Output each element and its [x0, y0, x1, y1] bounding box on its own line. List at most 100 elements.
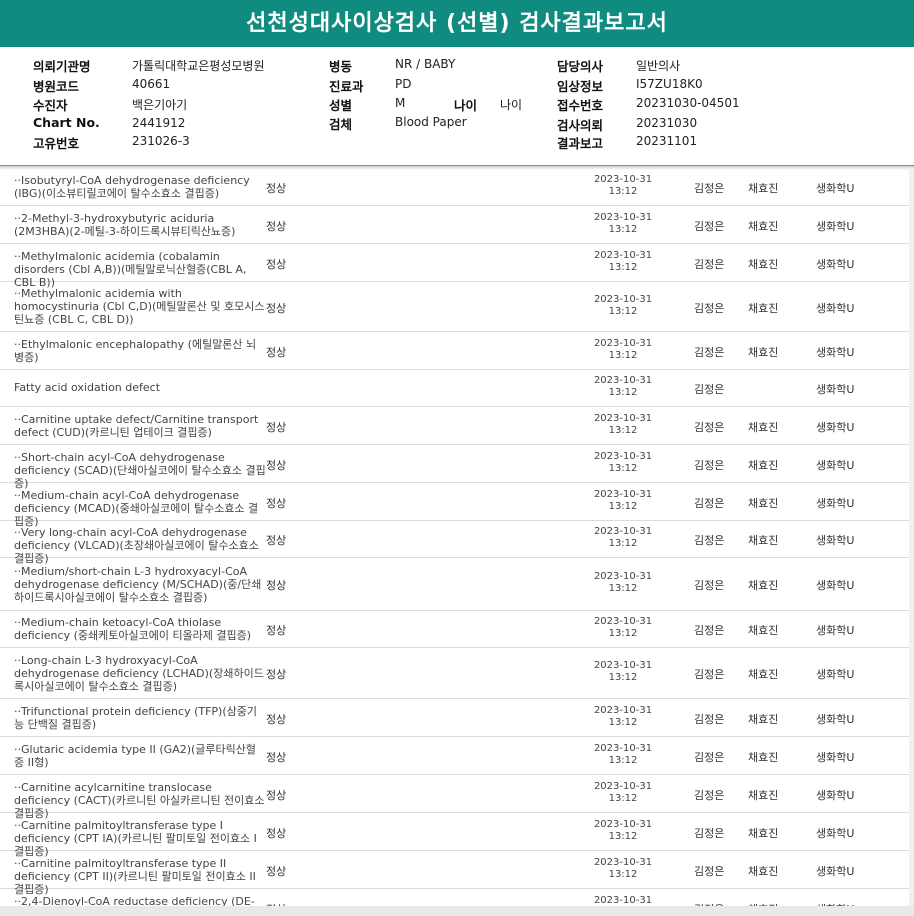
- test-name: ··Carnitine uptake defect/Carnitine tran…: [14, 413, 259, 439]
- report-title: 선천성대사이상검사 (선별) 검사결과보고서: [0, 0, 914, 47]
- result-value: 정상: [266, 534, 287, 547]
- tester-name: 김정은: [694, 789, 725, 802]
- table-row[interactable]: ··Medium-chain acyl-CoA dehydrogenase de…: [0, 483, 909, 528]
- reviewer-name: 채효진: [748, 579, 779, 592]
- tester-name: 김정은: [694, 624, 725, 637]
- reviewer-name: 채효진: [748, 668, 779, 681]
- lab-section: 생화학U: [816, 751, 855, 764]
- table-row[interactable]: ··Medium-chain ketoacyl-CoA thiolase def…: [0, 611, 909, 648]
- reviewer-name: 채효진: [748, 421, 779, 434]
- result-value: 정상: [266, 865, 287, 878]
- table-row[interactable]: ··Methylmalonic acidemia with homocystin…: [0, 282, 909, 332]
- result-value: 정상: [266, 624, 287, 637]
- value-request-date: 20231030: [636, 116, 698, 130]
- tester-name: 김정은: [694, 713, 725, 726]
- result-time: 13:12: [608, 538, 638, 549]
- tester-name: 김정은: [694, 751, 725, 764]
- lab-section: 생화학U: [816, 497, 855, 510]
- result-date: 2023-10-31: [593, 294, 653, 305]
- reviewer-name: 채효진: [748, 258, 779, 271]
- result-time: 13:12: [608, 755, 638, 766]
- table-row[interactable]: ··Ethylmalonic encephalopathy (에틸말론산 뇌병증…: [0, 332, 909, 370]
- result-value: 정상: [266, 182, 287, 195]
- lab-section: 생화학U: [816, 865, 855, 878]
- label-request-date: 검사의뢰: [557, 118, 604, 133]
- result-value: 정상: [266, 459, 287, 472]
- value-sex: M: [395, 96, 406, 110]
- table-row[interactable]: ··Trifunctional protein deficiency (TFP)…: [0, 699, 909, 737]
- result-value: 정상: [266, 497, 287, 510]
- label-specimen: 검체: [329, 117, 353, 132]
- value-report-date: 20231101: [636, 134, 698, 148]
- table-row[interactable]: ··Medium/short-chain L-3 hydroxyacyl-CoA…: [0, 558, 909, 611]
- result-date: 2023-10-31: [593, 616, 653, 627]
- result-value: 정상: [266, 258, 287, 271]
- table-row[interactable]: ··Carnitine palmitoyltransferase type I …: [0, 813, 909, 858]
- result-time: 13:12: [608, 463, 638, 474]
- table-row[interactable]: ··Long-chain L-3 hydroxyacyl-CoA dehydro…: [0, 648, 909, 699]
- patient-info-header: 의뢰기관명 가톨릭대학교은평성모병원 병원코드 40661 수진자 백은기아기 …: [0, 47, 914, 166]
- tester-name: 김정은: [694, 534, 725, 547]
- reviewer-name: 채효진: [748, 497, 779, 510]
- test-name: ··Trifunctional protein deficiency (TFP)…: [14, 705, 257, 731]
- test-name: ··Methylmalonic acidemia with homocystin…: [14, 287, 265, 326]
- tester-name: 김정은: [694, 258, 725, 271]
- lab-section: 생화학U: [816, 713, 855, 726]
- table-row[interactable]: ··Short-chain acyl-CoA dehydrogenase def…: [0, 445, 909, 490]
- lab-section: 생화학U: [816, 668, 855, 681]
- label-patient: 수진자: [33, 98, 68, 113]
- result-time: 13:12: [608, 672, 638, 683]
- value-clinical-info: I57ZU18K0: [636, 77, 703, 91]
- tester-name: 김정은: [694, 346, 725, 359]
- test-name: ··Medium-chain ketoacyl-CoA thiolase def…: [14, 616, 252, 642]
- label-hospital-code: 병원코드: [33, 79, 80, 94]
- table-row[interactable]: ··Very long-chain acyl-CoA dehydrogenase…: [0, 521, 909, 565]
- horizontal-scrollbar[interactable]: [0, 906, 914, 916]
- reviewer-name: 채효진: [748, 789, 779, 802]
- result-date: 2023-10-31: [593, 174, 653, 185]
- lab-section: 생화학U: [816, 346, 855, 359]
- table-row[interactable]: ··Methylmalonic acidemia (cobalamin diso…: [0, 244, 909, 289]
- tester-name: 김정은: [694, 421, 725, 434]
- label-doctor: 담당의사: [557, 59, 604, 74]
- scrollbar[interactable]: [909, 168, 914, 916]
- table-row[interactable]: Fatty acid oxidation defect 2023-10-31 13:…: [0, 370, 909, 407]
- lab-section: 생화학U: [816, 579, 855, 592]
- result-time: 13:12: [608, 628, 638, 639]
- result-date: 2023-10-31: [593, 895, 653, 906]
- value-unique-no: 231026-3: [132, 134, 190, 148]
- result-value: 정상: [266, 220, 287, 233]
- table-row[interactable]: ··Isobutyryl-CoA dehydrogenase deficienc…: [0, 168, 909, 206]
- result-time: 13:12: [608, 306, 638, 317]
- tester-name: 김정은: [694, 182, 725, 195]
- value-age: 나이: [500, 98, 523, 112]
- table-row[interactable]: ··Carnitine acylcarnitine translocase de…: [0, 775, 909, 820]
- table-row[interactable]: ··Carnitine palmitoyltransferase type II…: [0, 851, 909, 896]
- tester-name: 김정은: [694, 865, 725, 878]
- results-table[interactable]: ··Isobutyryl-CoA dehydrogenase deficienc…: [0, 168, 914, 916]
- reviewer-name: 채효진: [748, 346, 779, 359]
- label-report-date: 결과보고: [557, 136, 604, 151]
- tester-name: 김정은: [694, 220, 725, 233]
- value-chart-no: 2441912: [132, 116, 186, 130]
- result-value: 정상: [266, 751, 287, 764]
- result-date: 2023-10-31: [593, 212, 653, 223]
- result-date: 2023-10-31: [593, 451, 653, 462]
- tester-name: 김정은: [694, 579, 725, 592]
- label-institution: 의뢰기관명: [33, 59, 91, 74]
- label-age: 나이: [454, 98, 478, 113]
- lab-section: 생화학U: [816, 534, 855, 547]
- table-row[interactable]: ··2-Methyl-3-hydroxybutyric aciduria (2M…: [0, 206, 909, 244]
- label-dept: 진료과: [329, 79, 364, 94]
- table-row[interactable]: ··Carnitine uptake defect/Carnitine tran…: [0, 407, 909, 445]
- value-institution: 가톨릭대학교은평성모병원: [132, 59, 265, 73]
- value-ward: NR / BABY: [395, 57, 456, 71]
- result-time: 13:12: [608, 869, 638, 880]
- result-date: 2023-10-31: [593, 526, 653, 537]
- value-specimen: Blood Paper: [395, 115, 467, 129]
- result-date: 2023-10-31: [593, 857, 653, 868]
- result-time: 13:12: [608, 262, 638, 273]
- lab-section: 생화학U: [816, 302, 855, 315]
- table-row[interactable]: ··Glutaric acidemia type II (GA2)(글루타릭산혈…: [0, 737, 909, 775]
- tester-name: 김정은: [694, 383, 725, 396]
